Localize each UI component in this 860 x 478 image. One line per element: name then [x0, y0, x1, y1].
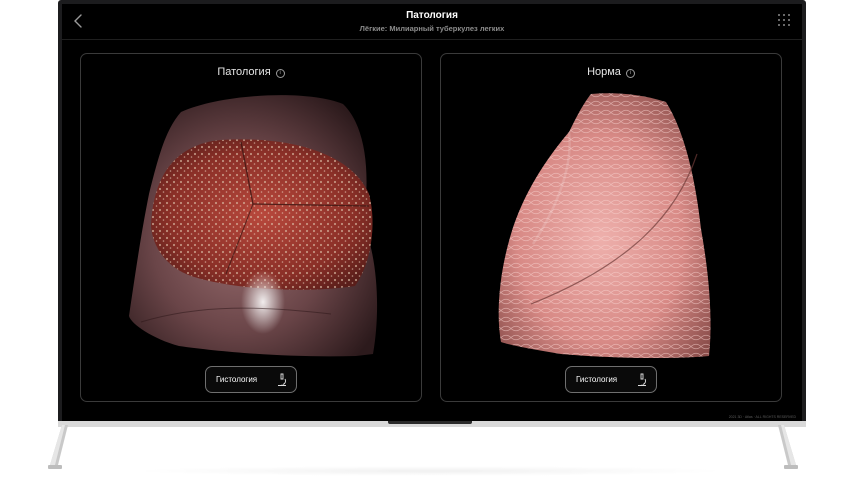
top-bar: Патология Лёгкие: Милиарный туберкулез л… [62, 4, 802, 40]
histology-button-label: Гистология [216, 375, 258, 384]
page-title: Патология [406, 10, 458, 21]
normal-lung-model[interactable] [441, 54, 783, 403]
normal-heading-label: Норма [587, 66, 621, 78]
normal-heading: Норма i [441, 66, 781, 78]
tv-stand-left [48, 425, 68, 469]
info-icon[interactable]: i [275, 69, 285, 78]
pathology-heading-label: Патология [217, 66, 271, 78]
tv-notch [388, 421, 472, 424]
pathology-heading: Патология i [81, 66, 421, 78]
app-screen: Патология Лёгкие: Милиарный туберкулез л… [62, 4, 802, 421]
microscope-icon [638, 373, 646, 386]
info-icon[interactable]: i [625, 69, 635, 78]
floor-shadow [130, 466, 730, 476]
normal-panel: Норма i Гистология [440, 53, 782, 402]
tv-stand-right [778, 425, 798, 469]
pathology-lung-model[interactable] [81, 54, 423, 403]
normal-histology-button[interactable]: Гистология [565, 366, 657, 393]
microscope-icon [278, 373, 286, 386]
pathology-histology-button[interactable]: Гистология [205, 366, 297, 393]
histology-button-label: Гистология [576, 375, 618, 384]
copyright-credit: 2021 3D · Atlas · ALL RIGHTS RESERVED [728, 415, 796, 419]
pathology-panel: Патология i Гистология [80, 53, 422, 402]
page-subtitle: Лёгкие: Милиарный туберкулез легких [359, 24, 505, 33]
menu-grid-button[interactable] [778, 14, 790, 26]
